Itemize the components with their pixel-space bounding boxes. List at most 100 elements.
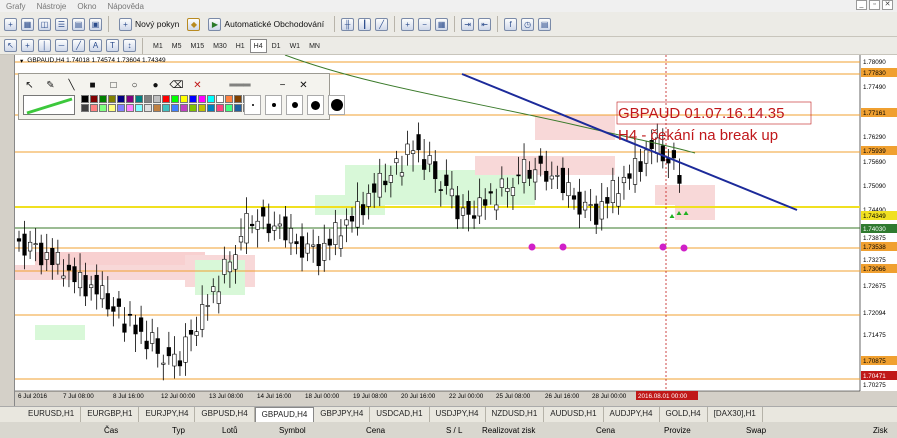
col-commission[interactable]: Provize — [664, 426, 691, 435]
palette-color[interactable] — [126, 95, 134, 103]
point-size-4[interactable] — [307, 95, 324, 115]
col-swap[interactable]: Swap — [746, 426, 766, 435]
palette-color[interactable] — [81, 104, 89, 112]
tab-usdcad-h1[interactable]: USDCAD,H1 — [370, 407, 430, 422]
terminal-icon[interactable]: ▤ — [72, 17, 85, 31]
palette-color[interactable] — [216, 104, 224, 112]
palette-color[interactable] — [117, 104, 125, 112]
tf-d1[interactable]: D1 — [268, 39, 285, 53]
palette-color[interactable] — [135, 95, 143, 103]
col-profit[interactable]: Zisk — [873, 426, 888, 435]
palette-color[interactable] — [144, 95, 152, 103]
vertical-line-icon[interactable]: │ — [38, 39, 51, 52]
tester-icon[interactable]: ▣ — [89, 17, 102, 31]
crosshair-icon[interactable]: + — [21, 39, 34, 52]
templates-icon[interactable]: ▤ — [538, 17, 552, 31]
new-order-button[interactable]: + Nový pokyn — [115, 15, 183, 33]
point-size-3[interactable] — [286, 95, 303, 115]
line-tool-icon[interactable]: ╲ — [63, 78, 80, 93]
palette-color[interactable] — [162, 104, 170, 112]
col-price-current[interactable]: Cena — [596, 426, 615, 435]
palette-color[interactable] — [99, 104, 107, 112]
delete-all-icon[interactable]: ✕ — [189, 78, 206, 93]
palette-color[interactable] — [180, 104, 188, 112]
menu-help[interactable]: Nápověda — [107, 2, 143, 11]
point-size-5[interactable] — [328, 95, 345, 115]
menu-tools[interactable]: Nástroje — [37, 2, 67, 11]
tab-nzdusd-h1[interactable]: NZDUSD,H1 — [486, 407, 545, 422]
palette-color[interactable] — [144, 104, 152, 112]
tab-eurusd-h1[interactable]: EURUSD,H1 — [22, 407, 82, 422]
expert-editor-icon[interactable]: ◆ — [187, 17, 201, 31]
palette-color[interactable] — [99, 95, 107, 103]
trendline-icon[interactable]: ╱ — [72, 39, 85, 52]
tf-m15[interactable]: M15 — [186, 39, 208, 53]
current-line-style[interactable] — [23, 95, 75, 115]
pen-tool-icon[interactable]: ✎ — [42, 78, 59, 93]
palette-color[interactable] — [207, 95, 215, 103]
palette-color[interactable] — [108, 104, 116, 112]
horizontal-line-icon[interactable]: ─ — [55, 39, 68, 52]
tab-gbpjpy-h4[interactable]: GBPJPY,H4 — [314, 407, 371, 422]
menu-charts[interactable]: Grafy — [6, 2, 26, 11]
tab-eurjpy-h4[interactable]: EURJPY,H4 — [139, 407, 196, 422]
palette-color[interactable] — [90, 95, 98, 103]
palette-color[interactable] — [90, 104, 98, 112]
bar-chart-icon[interactable]: ╫ — [341, 17, 355, 31]
col-symbol[interactable]: Symbol — [279, 426, 306, 435]
ellipse-tool-icon[interactable]: ○ — [126, 78, 143, 93]
select-tool-icon[interactable]: ↖ — [21, 78, 38, 93]
col-time[interactable]: Čas — [104, 426, 118, 435]
palette-color[interactable] — [216, 95, 224, 103]
eraser-tool-icon[interactable]: ⌫ — [168, 78, 185, 93]
palette-color[interactable] — [225, 104, 233, 112]
tf-h1[interactable]: H1 — [232, 39, 249, 53]
palette-color[interactable] — [81, 95, 89, 103]
point-size-2[interactable] — [265, 95, 282, 115]
palette-color[interactable] — [162, 95, 170, 103]
minimize-icon[interactable]: _ — [856, 0, 867, 10]
market-watch-icon[interactable]: ◫ — [38, 17, 51, 31]
close-icon[interactable]: ✕ — [882, 0, 893, 10]
zoom-out-icon[interactable]: − — [418, 17, 432, 31]
annotation-note[interactable]: H4 - čekání na break up — [618, 127, 778, 144]
cursor-icon[interactable]: ↖ — [4, 39, 17, 52]
tab-eurgbp-h1[interactable]: EURGBP,H1 — [81, 407, 140, 422]
close-toolbar-icon[interactable]: ✕ — [295, 78, 312, 93]
menu-window[interactable]: Okno — [77, 2, 96, 11]
palette-color[interactable] — [234, 95, 242, 103]
line-width-icon[interactable]: ═══ — [210, 78, 270, 93]
palette-color[interactable] — [153, 95, 161, 103]
tile-windows-icon[interactable]: ▦ — [435, 17, 449, 31]
point-size-1[interactable] — [244, 95, 261, 115]
autoscroll-icon[interactable]: ⇥ — [461, 17, 475, 31]
tab-usdjpy-h4[interactable]: USDJPY,H4 — [430, 407, 486, 422]
palette-color[interactable] — [225, 95, 233, 103]
chart-shift-icon[interactable]: ⇤ — [478, 17, 492, 31]
arrows-icon[interactable]: ↕ — [123, 39, 136, 52]
annotation-title[interactable]: GBPAUD 01.07.16.14.35 — [618, 105, 785, 122]
col-type[interactable]: Typ — [172, 426, 185, 435]
periods-icon[interactable]: ◷ — [521, 17, 535, 31]
col-sl[interactable]: S / L — [446, 426, 462, 435]
palette-color[interactable] — [198, 95, 206, 103]
col-lots[interactable]: Lotů — [222, 426, 238, 435]
palette-color[interactable] — [108, 95, 116, 103]
minimize-toolbar-icon[interactable]: − — [274, 78, 291, 93]
tf-m1[interactable]: M1 — [149, 39, 167, 53]
palette-color[interactable] — [207, 104, 215, 112]
candlestick-icon[interactable]: ┃ — [358, 17, 372, 31]
text-label-icon[interactable]: T — [106, 39, 119, 52]
tab-gold-h4[interactable]: GOLD,H4 — [660, 407, 708, 422]
new-chart-icon[interactable]: + — [4, 17, 17, 31]
zoom-in-icon[interactable]: + — [401, 17, 415, 31]
tf-h4[interactable]: H4 — [249, 38, 267, 53]
palette-color[interactable] — [135, 104, 143, 112]
tf-mn[interactable]: MN — [305, 39, 324, 53]
tab-audjpy-h4[interactable]: AUDJPY,H4 — [604, 407, 660, 422]
palette-color[interactable] — [234, 104, 242, 112]
restore-icon[interactable]: ▫ — [869, 0, 880, 10]
palette-color[interactable] — [117, 95, 125, 103]
palette-color[interactable] — [180, 95, 188, 103]
profiles-icon[interactable]: ▦ — [21, 17, 34, 31]
